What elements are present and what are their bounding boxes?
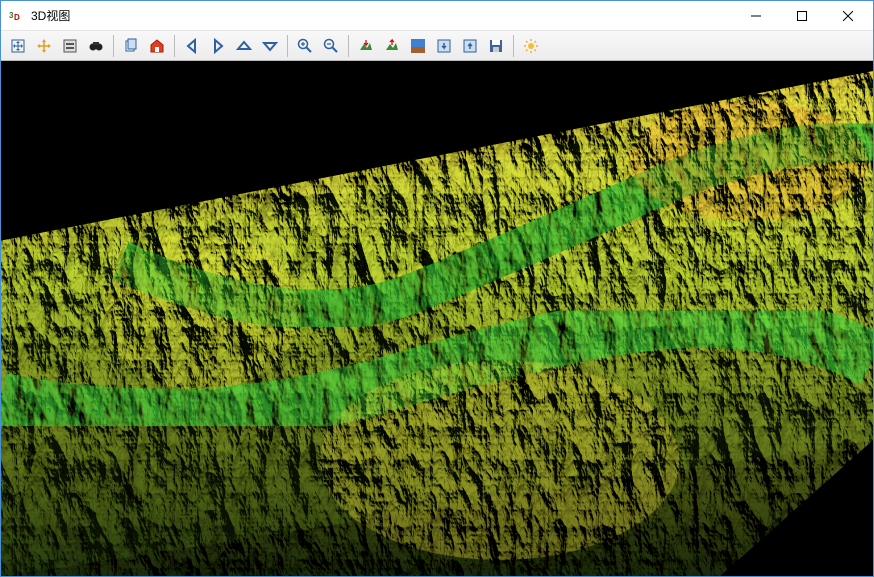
move-tool[interactable] [32, 34, 56, 58]
zoom-in[interactable] [293, 34, 317, 58]
app-icon: 3D [9, 8, 25, 24]
nav-right[interactable] [206, 34, 230, 58]
zoom-in-icon [297, 38, 313, 54]
pan-icon [10, 38, 26, 54]
nav-down[interactable] [258, 34, 282, 58]
terrain-mode-2[interactable] [380, 34, 404, 58]
binoculars-icon [88, 38, 104, 54]
toolbar-separator [174, 35, 175, 57]
nav-up[interactable] [232, 34, 256, 58]
water-level[interactable] [406, 34, 430, 58]
terrain-render [1, 61, 873, 576]
toolbar-separator [348, 35, 349, 57]
save[interactable] [484, 34, 508, 58]
maximize-button[interactable] [779, 1, 825, 30]
find-tool[interactable] [84, 34, 108, 58]
elev-down-icon [436, 38, 452, 54]
layer-tool[interactable] [58, 34, 82, 58]
window-title: 3D视图 [31, 7, 733, 24]
terrain-mode-1[interactable] [354, 34, 378, 58]
copy-view[interactable] [119, 34, 143, 58]
zoom-out[interactable] [319, 34, 343, 58]
toolbar-separator [113, 35, 114, 57]
toolbar-separator [287, 35, 288, 57]
copy-icon [123, 38, 139, 54]
minimize-button[interactable] [733, 1, 779, 30]
water-icon [410, 38, 426, 54]
elev-up-icon [462, 38, 478, 54]
arrow-right-icon [210, 38, 226, 54]
terrain-up-icon [384, 38, 400, 54]
elevation-down[interactable] [432, 34, 456, 58]
zoom-out-icon [323, 38, 339, 54]
nav-left[interactable] [180, 34, 204, 58]
arrow-left-icon [184, 38, 200, 54]
move4-icon [36, 38, 52, 54]
toolbar-separator [513, 35, 514, 57]
arrow-up-icon [236, 38, 252, 54]
pan-tool[interactable] [6, 34, 30, 58]
layers-icon [62, 38, 78, 54]
titlebar: 3D 3D视图 [1, 1, 873, 31]
viewport-3d[interactable] [1, 61, 873, 576]
home-icon [149, 38, 165, 54]
elevation-up[interactable] [458, 34, 482, 58]
settings[interactable] [519, 34, 543, 58]
home-view[interactable] [145, 34, 169, 58]
save-icon [488, 38, 504, 54]
terrain-down-icon [358, 38, 374, 54]
sun-icon [523, 38, 539, 54]
arrow-down-icon [262, 38, 278, 54]
window-controls [733, 1, 871, 30]
close-button[interactable] [825, 1, 871, 30]
svg-text:D: D [14, 13, 20, 22]
toolbar [1, 31, 873, 61]
